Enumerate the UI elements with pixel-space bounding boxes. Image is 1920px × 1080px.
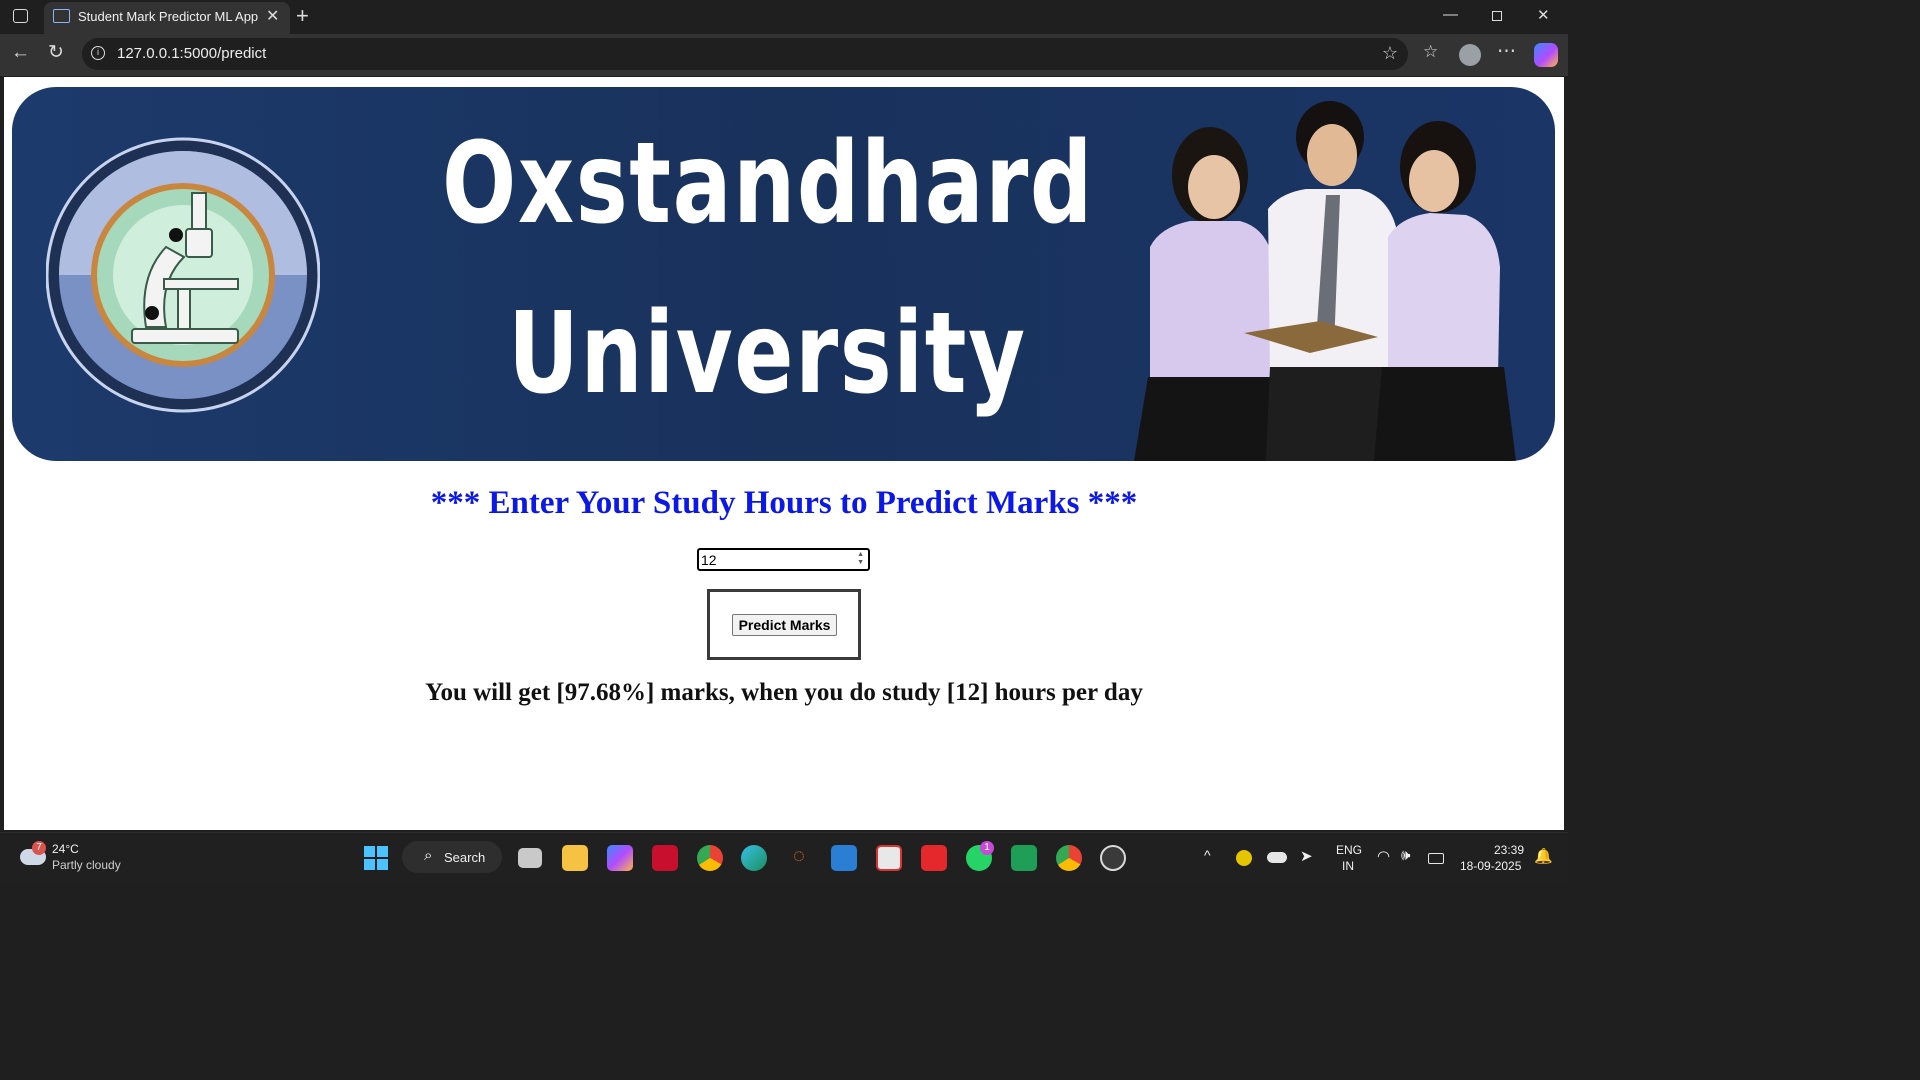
mcafee-icon[interactable] <box>652 845 678 871</box>
language-line-2[interactable]: IN <box>1342 859 1354 873</box>
sheets-icon[interactable] <box>1011 845 1037 871</box>
whatsapp-badge: 1 <box>980 841 994 855</box>
tab-favicon-icon <box>53 9 70 23</box>
language-line-1[interactable]: ENG <box>1336 843 1362 857</box>
search-icon: ⌕ <box>424 847 433 864</box>
clock-date[interactable]: 18-09-2025 <box>1460 859 1521 873</box>
browser-tab[interactable]: Student Mark Predictor ML App ✕ <box>44 2 290 34</box>
university-banner: Oxstandhard University <box>12 87 1555 461</box>
predict-form-box: Predict Marks <box>707 589 861 660</box>
volume-icon[interactable]: 🕪 <box>1401 847 1410 864</box>
url-text[interactable]: 127.0.0.1:5000/predict <box>117 45 266 62</box>
favorite-star-icon[interactable]: ☆ <box>1382 43 1398 64</box>
send-icon[interactable]: ➤ <box>1300 847 1313 865</box>
taskbar-search[interactable]: ⌕ Search <box>402 841 502 873</box>
number-spinner[interactable]: ▲ ▼ <box>857 551 864 567</box>
weather-alert-badge: 7 <box>32 841 46 855</box>
weather-condition: Partly cloudy <box>52 858 121 872</box>
battery-icon[interactable] <box>1428 853 1444 864</box>
banner-line-1: Oxstandhard <box>442 119 1094 249</box>
notification-icon[interactable]: 🔔 <box>1534 847 1553 865</box>
app-tray-icon[interactable] <box>1236 850 1252 866</box>
university-logo <box>46 137 320 413</box>
copilot-app-icon[interactable] <box>607 845 633 871</box>
address-bar[interactable]: i 127.0.0.1:5000/predict ☆ <box>82 38 1408 70</box>
weather-widget[interactable]: 7 24°C Partly cloudy <box>18 841 158 877</box>
show-hidden-icons-icon[interactable]: ^ <box>1204 847 1211 863</box>
web-page: Oxstandhard University *** Enter Your St… <box>4 77 1564 830</box>
favorites-icon[interactable]: ☆ <box>1423 42 1438 62</box>
browser-title-bar: Student Mark Predictor ML App ✕ + — ✕ <box>0 0 1568 34</box>
restore-icon[interactable] <box>1492 11 1502 21</box>
tab-actions-icon[interactable] <box>13 9 28 23</box>
start-windows-icon[interactable] <box>364 846 388 870</box>
students-photo <box>1134 101 1516 461</box>
edge-icon[interactable] <box>741 845 767 871</box>
media-player-icon[interactable] <box>1100 845 1126 871</box>
study-hours-field[interactable]: ▲▼ <box>697 548 870 571</box>
more-options-icon[interactable]: ⋯ <box>1497 40 1516 63</box>
windows-taskbar: 7 24°C Partly cloudy ⌕ Search ◌ 1 ^ ➤ EN… <box>0 832 1568 883</box>
page-heading: *** Enter Your Study Hours to Predict Ma… <box>430 485 1138 521</box>
search-label: Search <box>444 850 486 865</box>
site-info-icon[interactable]: i <box>91 46 105 60</box>
onedrive-icon[interactable] <box>1267 852 1287 863</box>
close-window-icon[interactable]: ✕ <box>1537 6 1550 24</box>
prediction-result: You will get [97.68%] marks, when you do… <box>425 679 1143 706</box>
vscode-icon[interactable] <box>831 845 857 871</box>
copilot-icon[interactable] <box>1534 43 1558 67</box>
chrome-icon[interactable] <box>697 845 723 871</box>
task-view-icon[interactable] <box>518 848 542 868</box>
refresh-icon[interactable]: ↻ <box>48 41 64 64</box>
jupyter-icon[interactable]: ◌ <box>786 845 812 871</box>
tab-title: Student Mark Predictor ML App <box>78 9 259 24</box>
study-hours-input[interactable] <box>701 551 851 568</box>
browser-toolbar: ← ↻ i 127.0.0.1:5000/predict ☆ ☆ ⋯ <box>0 34 1568 76</box>
minimize-icon[interactable]: — <box>1443 6 1458 23</box>
predict-marks-button[interactable]: Predict Marks <box>732 614 837 636</box>
chrome-profile-icon[interactable] <box>1056 845 1082 871</box>
clock-time[interactable]: 23:39 <box>1494 843 1524 857</box>
tab-close-icon[interactable]: ✕ <box>266 6 279 26</box>
wifi-icon[interactable]: ◠ <box>1377 847 1390 865</box>
file-explorer-icon[interactable] <box>562 845 588 871</box>
temperature: 24°C <box>52 842 79 856</box>
snipping-tool-icon[interactable] <box>876 845 902 871</box>
back-icon[interactable]: ← <box>11 42 30 64</box>
wps-office-icon[interactable] <box>921 845 947 871</box>
banner-line-2: University <box>508 289 1027 419</box>
profile-avatar[interactable] <box>1459 44 1481 66</box>
new-tab-icon[interactable]: + <box>296 3 309 29</box>
